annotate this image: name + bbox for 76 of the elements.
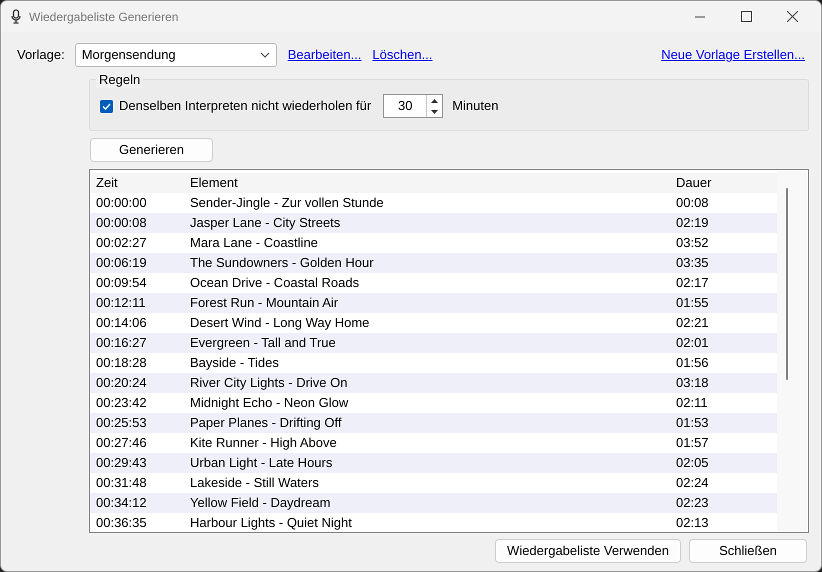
table-cell-text: 00:27:46 [95, 434, 148, 452]
table-cell-text: Harbour Lights - Quiet Night [190, 514, 353, 532]
table-cell-text: 00:08 [676, 194, 710, 212]
template-label: Vorlage: [17, 46, 65, 64]
table-cell-text: 00:23:42 [95, 394, 148, 412]
table-cell-text: 00:18:28 [95, 354, 148, 372]
table-cell-text: Sender-Jingle - Zur vollen Stunde [190, 194, 385, 212]
column-header: Dauer [676, 174, 712, 192]
table-cell-text: Desert Wind - Long Way Home [190, 314, 370, 332]
table-cell-text: 03:18 [676, 374, 710, 392]
table-cell-text: 00:14:06 [95, 314, 148, 332]
table-cell-text: 01:57 [676, 434, 710, 452]
table-cell-text: Bayside - Tides [190, 354, 280, 372]
window-title: Wiedergabeliste Generieren [29, 8, 178, 26]
minutes-spinner[interactable]: 30 [383, 94, 444, 118]
table-cell-text: 00:09:54 [95, 274, 148, 292]
maximize-icon [740, 11, 752, 22]
table-cell-text: 02:17 [676, 274, 710, 292]
table-cell-text: 00:20:24 [95, 374, 148, 392]
table-cell-text: Ocean Drive - Coastal Roads [190, 274, 360, 292]
table-cell-text: 02:11 [676, 394, 709, 412]
use-playlist-button[interactable]: Wiedergabeliste Verwenden [495, 539, 681, 563]
table-cell-text: 02:01 [676, 334, 710, 352]
table-cell-text: 01:56 [676, 354, 710, 372]
checkbox[interactable] [100, 100, 113, 112]
table-cell-text: 02:24 [676, 474, 710, 492]
table-cell-text: 01:55 [676, 294, 710, 312]
checkmark-icon [102, 102, 111, 110]
table-cell-text: 02:13 [676, 514, 710, 532]
table-cell-text: 00:02:27 [95, 234, 148, 252]
microphone-icon [11, 9, 21, 24]
table-cell-text: 00:34:12 [95, 494, 148, 512]
table-cell-text: Lakeside - Still Waters [190, 474, 320, 492]
table-cell-text: 02:05 [676, 454, 710, 472]
table-cell-text: 03:35 [676, 254, 710, 272]
table-cell-text: 00:36:35 [95, 514, 148, 532]
table-cell-text: 00:00:00 [95, 194, 148, 212]
table-cell-text: 00:06:19 [95, 254, 148, 272]
caret-icon [260, 52, 270, 58]
column-header: Element [190, 174, 239, 192]
table-cell-text: Evergreen - Tall and True [190, 334, 337, 352]
table-cell-text: 00:16:27 [95, 334, 148, 352]
table-cell-text: The Sundowners - Golden Hour [190, 254, 375, 272]
column-header: Zeit [95, 174, 119, 192]
table-cell-text: 00:00:08 [95, 214, 148, 232]
table-cell-text: Kite Runner - High Above [190, 434, 338, 452]
template-dropdown[interactable]: Morgensendung [74, 43, 277, 67]
close-icon [786, 11, 798, 22]
table-cell-text: 03:52 [676, 234, 710, 252]
generate-button[interactable]: Generieren [90, 138, 213, 162]
link[interactable]: Bearbeiten... [288, 45, 362, 65]
table-cell-text: 02:21 [676, 314, 710, 332]
table-cell-text: 02:23 [676, 494, 710, 512]
scrollbar-thumb[interactable] [786, 188, 788, 380]
close-dialog-button[interactable]: Schließen [689, 539, 807, 563]
down-arrow-icon [431, 110, 438, 114]
checkbox-label: Denselben Interpreten nicht wiederholen für [119, 97, 372, 116]
unit-label: Minuten [452, 97, 498, 116]
table-cell-text: 01:53 [676, 414, 710, 432]
table-cell-text: 02:19 [676, 214, 710, 232]
table-cell-text: 00:25:53 [95, 414, 148, 432]
table-cell-text: Midnight Echo - Neon Glow [190, 394, 350, 412]
new-template-link[interactable]: Neue Vorlage Erstellen... [661, 45, 805, 65]
table-cell-text: Yellow Field - Daydream [190, 494, 332, 512]
up-arrow-icon [431, 98, 438, 102]
table-cell-text: River City Lights - Drive On [190, 374, 348, 392]
table-cell-text: Paper Planes - Drifting Off [190, 414, 342, 432]
table-cell-text: Jasper Lane - City Streets [190, 214, 342, 232]
table-cell-text: Forest Run - Mountain Air [190, 294, 340, 312]
group-title: Regeln [96, 72, 144, 88]
table-cell-text: Mara Lane - Coastline [190, 234, 319, 252]
table-cell-text: 00:29:43 [95, 454, 148, 472]
link[interactable]: Löschen... [372, 45, 432, 65]
table-cell-text: 00:31:48 [95, 474, 148, 492]
table-cell-text: Urban Light - Late Hours [190, 454, 334, 472]
table-cell-text: 00:12:11 [95, 294, 147, 312]
